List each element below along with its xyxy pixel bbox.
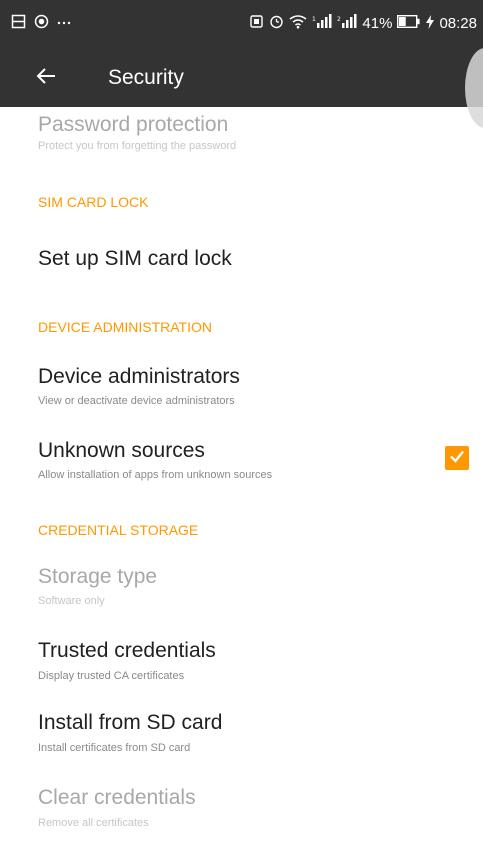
vibrate-icon (249, 14, 264, 33)
alarm-icon (269, 14, 284, 33)
clear-credentials-title: Clear credentials (38, 786, 196, 809)
clock-time: 08:28 (439, 15, 477, 32)
signal-2-icon: 2 (337, 14, 357, 33)
device-administrators-summary: View or deactivate device administrators (38, 395, 235, 407)
wifi-icon (289, 14, 307, 33)
unknown-sources-item[interactable]: Unknown sources Allow installation of ap… (0, 425, 483, 487)
clear-credentials-summary: Remove all certificates (38, 817, 149, 829)
trusted-credentials-summary: Display trusted CA certificates (38, 670, 185, 682)
charging-icon (426, 14, 435, 33)
trusted-credentials-item[interactable]: Trusted credentials Display trusted CA c… (0, 627, 483, 689)
storage-type-title: Storage type (38, 565, 158, 588)
storage-type-item[interactable]: Storage type Software only (0, 555, 483, 617)
password-protection-item[interactable]: Password protection Protect you from for… (0, 107, 483, 169)
device-administrators-title: Device administrators (38, 365, 240, 388)
page-title: Security (108, 66, 184, 89)
unknown-sources-checkbox[interactable] (445, 446, 469, 470)
status-left-icons (11, 14, 71, 33)
back-button[interactable] (26, 60, 66, 96)
settings-list: Password protection Protect you from for… (0, 107, 483, 854)
status-bar: 1 2 41% 08:28 (0, 0, 483, 50)
unknown-sources-title: Unknown sources (38, 439, 205, 462)
arrow-back-icon (36, 67, 56, 90)
sim-card-lock-item[interactable]: Set up SIM card lock (0, 232, 483, 286)
install-from-sd-card-item[interactable]: Install from SD card Install certificate… (0, 699, 483, 761)
credential-storage-header: CREDENTIAL STORAGE (38, 522, 199, 538)
storage-type-summary: Software only (38, 595, 105, 607)
sim-card-lock-title: Set up SIM card lock (38, 247, 232, 270)
device-administrators-item[interactable]: Device administrators View or deactivate… (0, 357, 483, 419)
signal-1-icon: 1 (312, 14, 332, 33)
more-notifications-icon (57, 14, 71, 33)
password-protection-title: Password protection (38, 113, 229, 136)
sim-card-lock-header: SIM CARD LOCK (38, 194, 149, 210)
install-from-sd-card-title: Install from SD card (38, 711, 223, 734)
record-icon (34, 14, 49, 33)
device-administration-header: DEVICE ADMINISTRATION (38, 319, 212, 335)
battery-icon (397, 14, 421, 32)
app-toolbar: Security (0, 50, 483, 107)
screenshot-icon (11, 14, 26, 33)
svg-text:2: 2 (337, 16, 341, 23)
check-icon (448, 447, 466, 470)
svg-text:1: 1 (312, 16, 316, 23)
unknown-sources-summary: Allow installation of apps from unknown … (38, 469, 273, 481)
install-from-sd-card-summary: Install certificates from SD card (38, 742, 191, 754)
password-protection-summary: Protect you from forgetting the password (38, 140, 237, 152)
status-right-icons: 1 2 41% 08:28 (249, 14, 477, 33)
trusted-credentials-title: Trusted credentials (38, 639, 216, 662)
battery-percent: 41% (362, 15, 393, 32)
clear-credentials-item[interactable]: Clear credentials Remove all certificate… (0, 771, 483, 833)
